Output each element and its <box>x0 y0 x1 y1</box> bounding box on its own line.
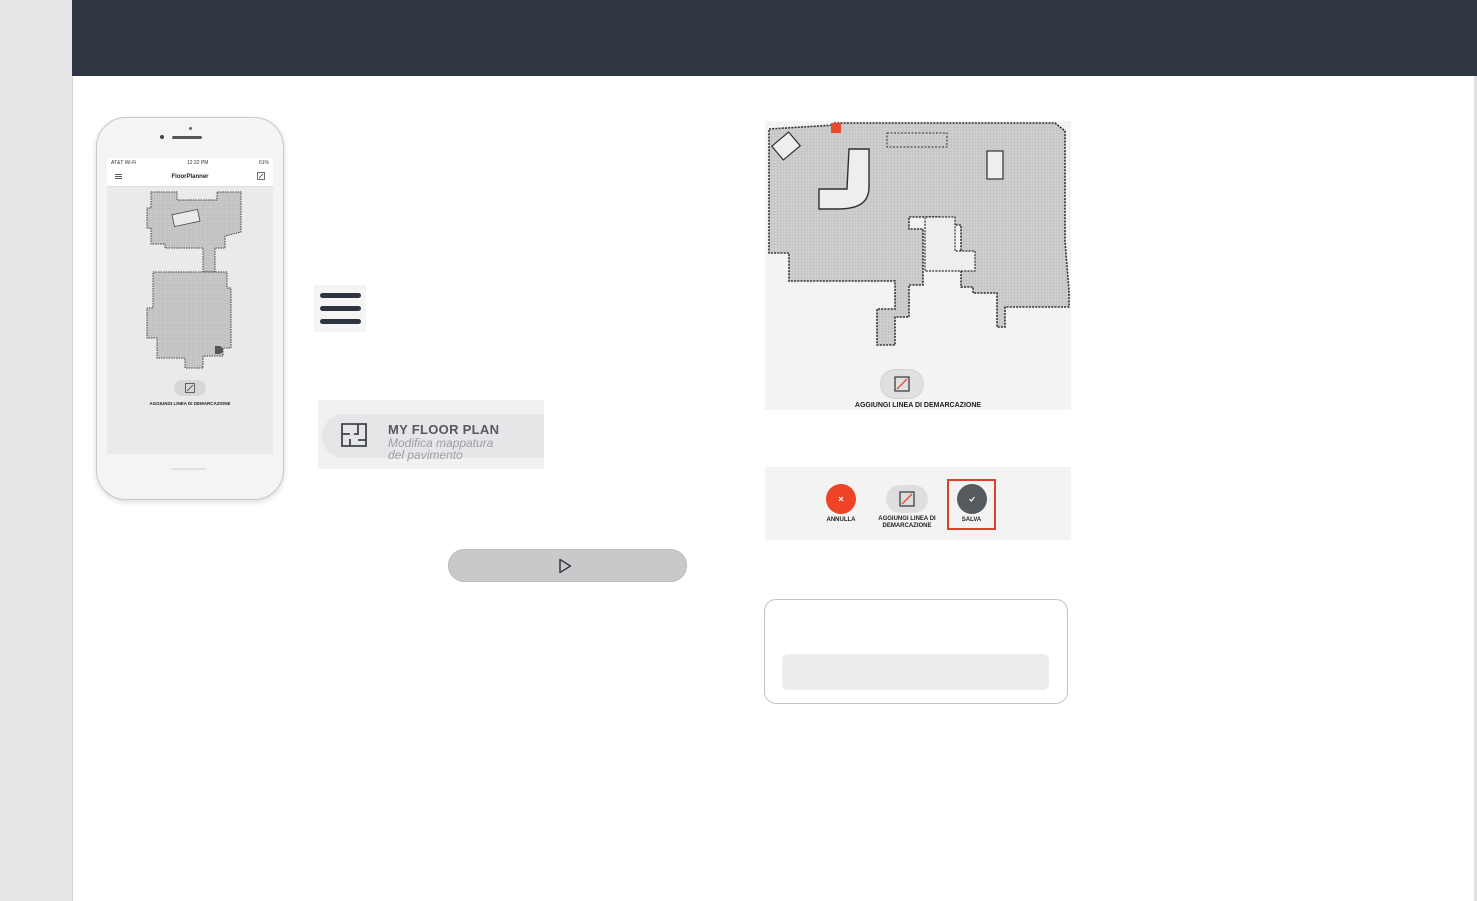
phone-sensor <box>189 127 192 130</box>
line-edit-icon <box>185 383 195 393</box>
menu-item-subtitle: Modifica mappatura del pavimento <box>388 437 528 461</box>
save-button[interactable] <box>957 484 987 514</box>
phone-screen: AT&T Wi-Fi 12:32 PM 61% FloorPlanner AGG… <box>107 158 273 454</box>
map-add-line-label: AGGIUNGI LINEA DI DEMARCAZIONE <box>854 402 982 409</box>
phone-add-line-label: AGGIUNGI LINEA DI DEMARCAZIONE <box>149 401 231 406</box>
line-edit-icon <box>894 376 910 392</box>
floor-map-screenshot: AGGIUNGI LINEA DI DEMARCAZIONE <box>765 121 1071 410</box>
name-dialog <box>764 599 1068 704</box>
edit-icon[interactable] <box>257 172 265 180</box>
status-carrier: AT&T Wi-Fi <box>111 160 137 166</box>
dialog-input-field[interactable] <box>782 654 1049 690</box>
check-icon <box>969 496 975 502</box>
floor-plan-icon <box>341 423 367 447</box>
add-line-label-line-1: AGGIUNGI LINEA DI <box>878 516 936 522</box>
line-edit-icon <box>899 491 915 507</box>
hamburger-menu-icon[interactable] <box>115 173 122 180</box>
play-icon <box>559 558 572 574</box>
hamburger-menu-icon <box>314 285 366 332</box>
phone-speaker <box>172 136 202 139</box>
menu-item-title: MY FLOOR PLAN <box>388 422 500 437</box>
robot-marker-icon <box>831 123 841 133</box>
map-add-line-button[interactable] <box>881 370 923 398</box>
hamburger-line <box>320 293 361 298</box>
header-bar <box>72 0 1477 76</box>
action-strip: ANNULLA AGGIUNGI LINEA DI DEMARCAZIONE S… <box>765 467 1071 540</box>
hamburger-line <box>320 306 361 311</box>
app-title: FloorPlanner <box>171 174 209 180</box>
status-bar: AT&T Wi-Fi 12:32 PM 61% <box>107 158 273 168</box>
phone-camera <box>160 135 164 139</box>
hamburger-line <box>320 319 361 324</box>
phone-mockup: AT&T Wi-Fi 12:32 PM 61% FloorPlanner AGG… <box>96 117 284 500</box>
menu-item-subtitle-line-2: del pavimento <box>388 448 463 462</box>
add-line-label: AGGIUNGI LINEA DI DEMARCAZIONE <box>867 516 947 530</box>
phone-add-line-button[interactable] <box>174 380 206 396</box>
cancel-label: ANNULLA <box>826 517 856 523</box>
cancel-button[interactable] <box>826 484 856 514</box>
status-battery: 61% <box>258 160 269 166</box>
my-floor-plan-menu-item[interactable]: MY FLOOR PLAN Modifica mappatura del pav… <box>318 400 544 469</box>
status-time: 12:32 PM <box>186 160 209 166</box>
close-icon <box>838 496 844 502</box>
robot-dock-icon <box>215 346 223 354</box>
left-margin <box>0 0 73 901</box>
phone-floor-map <box>146 191 242 369</box>
add-line-label-line-2: DEMARCAZIONE <box>882 523 932 529</box>
add-line-button[interactable] <box>886 485 928 513</box>
save-label: SALVA <box>961 517 982 523</box>
floor-map <box>768 122 1070 346</box>
phone-home-indicator <box>171 468 207 470</box>
play-button[interactable] <box>448 549 687 582</box>
app-header: FloorPlanner <box>107 168 273 187</box>
